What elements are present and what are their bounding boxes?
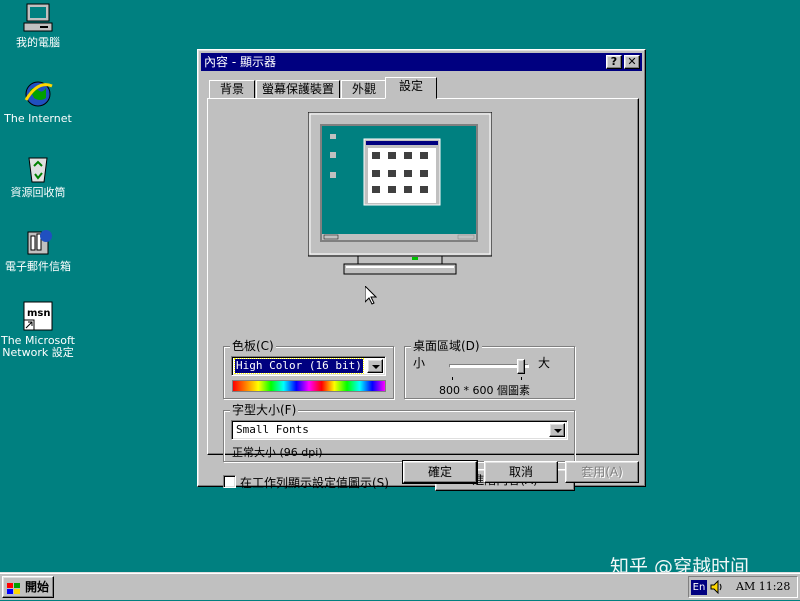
taskbar: 開始 En AM 11:28	[0, 572, 800, 600]
taskbar-icon-checkbox-label: 在工作列顯示設定值圖示(S)	[240, 476, 389, 490]
desktop-icon-my-computer[interactable]: 我的電腦	[0, 2, 76, 49]
windows-logo-icon	[7, 581, 21, 594]
ok-button[interactable]: 確定	[402, 460, 478, 484]
font-size-title: 字型大小(F)	[230, 403, 299, 417]
desktop-area-group: 桌面區域(D) 小 大 800 * 600 個圖素	[404, 339, 575, 399]
color-palette-title: 色板(C)	[230, 339, 276, 353]
desktop-icon-label: The Microsoft Network 設定	[0, 334, 75, 359]
desktop-icon-label: 電子郵件信箱	[5, 260, 71, 273]
desktop-icon-label: The Internet	[4, 112, 72, 125]
display-properties-window: 內容 - 顯示器 ? ✕ 背景 螢幕保護裝置 外觀 設定 色板(C) High …	[197, 49, 646, 491]
color-palette-select[interactable]: High Color (16 bit)	[231, 356, 386, 376]
desktop-icon-recycle-bin[interactable]: 資源回收筒	[0, 152, 76, 199]
help-button[interactable]: ?	[606, 55, 622, 69]
chevron-down-icon[interactable]	[549, 423, 565, 437]
internet-explorer-icon	[22, 78, 54, 110]
desktop-icon-inbox[interactable]: 電子郵件信箱	[0, 226, 76, 273]
speaker-icon[interactable]	[710, 579, 724, 595]
desktop-icon-msn[interactable]: msn The Microsoft Network 設定	[0, 300, 76, 359]
desktop-icon-internet[interactable]: The Internet	[0, 78, 76, 125]
slider-max-label: 大	[538, 356, 551, 370]
title-bar[interactable]: 內容 - 顯示器 ? ✕	[201, 53, 642, 71]
system-tray: En AM 11:28	[688, 576, 798, 598]
slider-min-label: 小	[413, 356, 426, 370]
font-size-select[interactable]: Small Fonts	[231, 420, 568, 440]
tab-background[interactable]: 背景	[209, 80, 255, 99]
resolution-slider[interactable]	[449, 359, 529, 380]
my-computer-icon	[22, 2, 54, 34]
font-size-description: 正常大小 (96 dpi)	[232, 446, 323, 459]
msn-icon: msn	[22, 300, 54, 332]
chevron-down-icon[interactable]	[367, 359, 383, 373]
start-label: 開始	[25, 580, 50, 594]
color-palette-value: High Color (16 bit)	[234, 358, 364, 374]
tab-appearance[interactable]: 外觀	[341, 80, 387, 99]
tab-settings[interactable]: 設定	[385, 77, 437, 99]
resolution-label: 800 * 600 個圖素	[439, 384, 530, 397]
language-indicator[interactable]: En	[691, 580, 707, 595]
monitor-preview	[307, 111, 493, 282]
desktop-icon-label: 我的電腦	[16, 36, 60, 49]
clock[interactable]: AM 11:28	[736, 580, 790, 593]
inbox-icon	[22, 226, 54, 258]
mouse-cursor-icon	[365, 286, 377, 305]
taskbar-icon-checkbox[interactable]	[223, 475, 236, 488]
tab-screen-saver[interactable]: 螢幕保護裝置	[256, 80, 340, 99]
msn-logo-text: msn	[27, 308, 51, 319]
desktop-icon-label: 資源回收筒	[10, 186, 66, 199]
close-button[interactable]: ✕	[624, 55, 640, 69]
font-size-value: Small Fonts	[236, 423, 309, 436]
window-title: 內容 - 顯示器	[204, 55, 276, 69]
slider-thumb[interactable]	[517, 359, 525, 374]
color-palette-group: 色板(C) High Color (16 bit)	[223, 339, 394, 399]
font-size-group: 字型大小(F) Small Fonts 正常大小 (96 dpi)	[223, 403, 575, 462]
cancel-button[interactable]: 取消	[484, 461, 558, 483]
recycle-bin-icon	[22, 152, 54, 184]
apply-button[interactable]: 套用(A)	[565, 461, 639, 483]
start-button[interactable]: 開始	[2, 576, 54, 598]
settings-panel: 色板(C) High Color (16 bit) 桌面區域(D) 小 大 80…	[207, 98, 639, 491]
color-spectrum-bar	[232, 380, 386, 392]
desktop-area-title: 桌面區域(D)	[411, 339, 482, 353]
